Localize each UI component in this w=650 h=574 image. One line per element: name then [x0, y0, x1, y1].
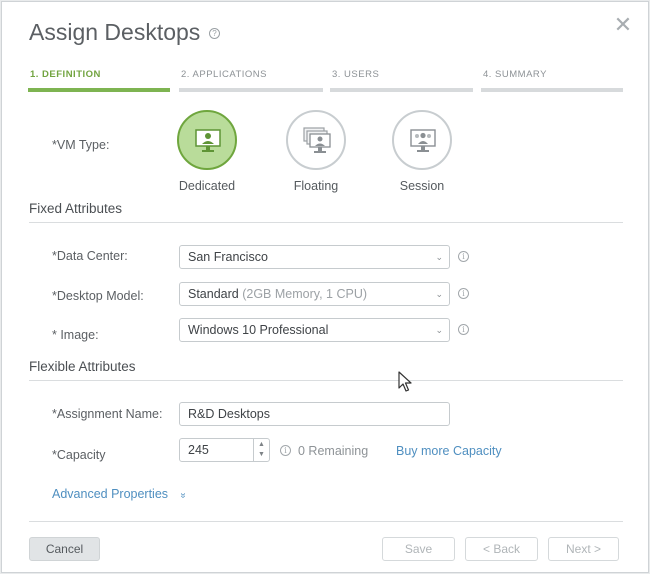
chevron-up-icon[interactable]: ▲ [254, 440, 269, 450]
vm-type-floating[interactable]: Floating [276, 110, 356, 196]
step-progress-bar [330, 88, 473, 92]
step-progress-bar [28, 88, 170, 92]
data-center-value: San Francisco [188, 250, 268, 264]
vm-type-label: *VM Type: [52, 138, 110, 152]
assignment-name-label: *Assignment Name: [52, 407, 163, 421]
step-label: 3. USERS [332, 69, 380, 80]
cancel-button[interactable]: Cancel [29, 537, 100, 561]
assignment-name-input[interactable]: R&D Desktops [179, 402, 450, 426]
vm-type-session[interactable]: Session [382, 110, 462, 196]
section-divider [29, 380, 623, 381]
step-definition[interactable]: 1. DEFINITION [28, 69, 170, 93]
section-divider [29, 222, 623, 223]
capacity-remaining: 0 Remaining [298, 444, 369, 458]
next-button[interactable]: Next > [548, 537, 619, 561]
back-button[interactable]: < Back [465, 537, 538, 561]
desktop-model-label: *Desktop Model: [52, 289, 144, 303]
mouse-cursor-icon [398, 371, 412, 392]
spinner-arrows[interactable]: ▲ ▼ [253, 439, 269, 461]
chevron-down-icon[interactable]: ▼ [254, 450, 269, 460]
vm-option-label: Floating [293, 179, 339, 193]
step-summary[interactable]: 4. SUMMARY [481, 69, 623, 93]
footer-divider [29, 521, 623, 522]
step-label: 4. SUMMARY [483, 69, 547, 80]
flexible-attributes-heading: Flexible Attributes [29, 359, 136, 374]
advanced-properties-link[interactable]: Advanced Properties » [52, 487, 188, 501]
info-icon[interactable]: i [458, 288, 469, 299]
chevron-down-icon: ⌄ [435, 252, 443, 262]
data-center-label: *Data Center: [52, 249, 128, 263]
session-desktop-icon [392, 110, 452, 170]
capacity-label: *Capacity [52, 448, 106, 462]
info-icon[interactable]: i [280, 445, 291, 456]
step-users[interactable]: 3. USERS [330, 69, 473, 93]
vm-option-label: Dedicated [178, 179, 236, 193]
vm-type-dedicated[interactable]: Dedicated [167, 110, 247, 196]
advanced-properties-label: Advanced Properties [52, 487, 169, 501]
floating-desktops-icon [286, 110, 346, 170]
image-select[interactable]: Windows 10 Professional ⌄ [179, 318, 450, 342]
chevron-down-icon: ⌄ [435, 325, 443, 335]
assign-desktops-dialog: Assign Desktops ? ✕ 1. DEFINITION 2. APP… [1, 1, 649, 573]
info-icon[interactable]: i [458, 324, 469, 335]
desktop-model-select[interactable]: Standard (2GB Memory, 1 CPU) ⌄ [179, 282, 450, 306]
step-label: 1. DEFINITION [30, 69, 101, 80]
help-icon[interactable]: ? [209, 28, 220, 39]
capacity-value: 245 [188, 443, 209, 457]
step-label: 2. APPLICATIONS [181, 69, 267, 80]
save-button[interactable]: Save [382, 537, 455, 561]
close-icon[interactable]: ✕ [613, 14, 633, 36]
step-progress-bar [179, 88, 323, 92]
desktop-model-detail: (2GB Memory, 1 CPU) [242, 287, 368, 301]
desktop-model-value: Standard [188, 287, 239, 301]
chevron-down-icon: ⌄ [435, 289, 443, 299]
expand-chevron-icon: » [176, 492, 188, 499]
fixed-attributes-heading: Fixed Attributes [29, 201, 123, 216]
capacity-stepper[interactable]: 245 ▲ ▼ [179, 438, 270, 462]
step-applications[interactable]: 2. APPLICATIONS [179, 69, 323, 93]
data-center-select[interactable]: San Francisco ⌄ [179, 245, 450, 269]
vm-option-label: Session [399, 179, 445, 193]
dialog-title: Assign Desktops [29, 19, 201, 45]
info-icon[interactable]: i [458, 251, 469, 262]
image-label: * Image: [52, 328, 99, 342]
step-progress-bar [481, 88, 623, 92]
dedicated-desktop-icon [177, 110, 237, 170]
image-value: Windows 10 Professional [188, 323, 329, 337]
buy-more-capacity-link[interactable]: Buy more Capacity [396, 444, 502, 458]
